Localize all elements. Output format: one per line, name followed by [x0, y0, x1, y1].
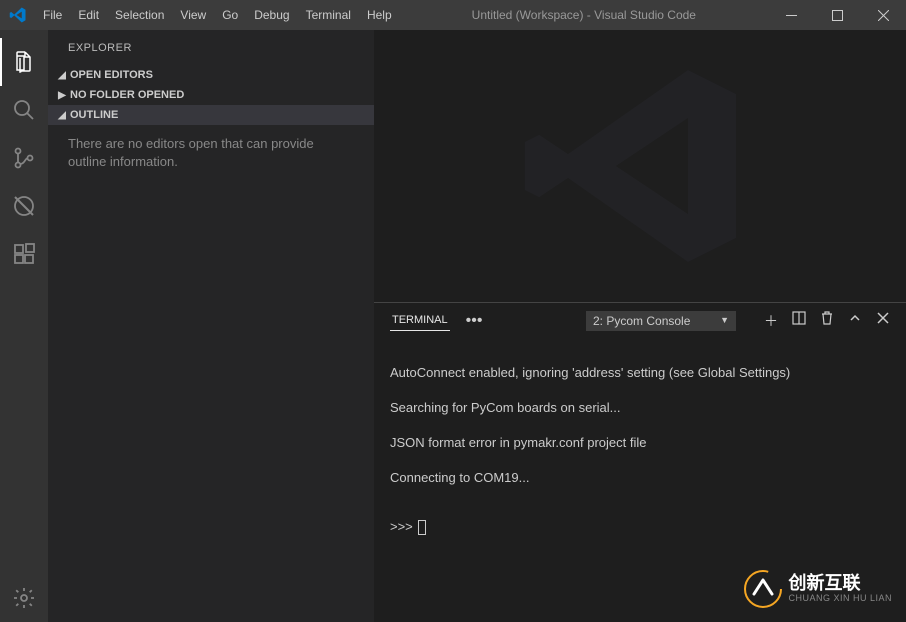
watermark-text-en: CHUANG XIN HU LIAN — [788, 594, 892, 604]
chevron-right-icon: ▶ — [56, 90, 68, 101]
trash-icon[interactable] — [820, 311, 834, 331]
menu-edit[interactable]: Edit — [70, 0, 107, 30]
menu-debug[interactable]: Debug — [246, 0, 297, 30]
window-controls — [768, 0, 906, 30]
chevron-down-icon: ◢ — [56, 70, 68, 81]
panel-actions: ＋ — [764, 311, 890, 331]
chevron-down-icon: ◢ — [56, 110, 68, 121]
terminal-selector[interactable]: 2: Pycom Console — [586, 311, 736, 331]
maximize-button[interactable] — [814, 0, 860, 30]
watermark-text-cn: 创新互联 — [788, 574, 892, 594]
split-terminal-icon[interactable] — [792, 311, 806, 331]
terminal-line: Connecting to COM19... — [390, 469, 890, 487]
main-area: TERMINAL ••• 2: Pycom Console ＋ AutoConn… — [374, 30, 906, 622]
menu-bar: File Edit Selection View Go Debug Termin… — [35, 0, 400, 30]
outline-empty-message: There are no editors open that can provi… — [48, 125, 374, 181]
minimize-button[interactable] — [768, 0, 814, 30]
section-open-editors[interactable]: ◢ OPEN EDITORS — [48, 65, 374, 85]
sidebar-header: EXPLORER — [48, 30, 374, 65]
section-no-folder[interactable]: ▶ NO FOLDER OPENED — [48, 85, 374, 105]
terminal-line: Searching for PyCom boards on serial... — [390, 399, 890, 417]
editor-empty — [374, 30, 906, 302]
extensions-icon[interactable] — [0, 230, 48, 278]
chevron-up-icon[interactable] — [848, 311, 862, 331]
terminal-prompt: >>> — [390, 518, 890, 536]
titlebar: File Edit Selection View Go Debug Termin… — [0, 0, 906, 30]
new-terminal-icon[interactable]: ＋ — [764, 311, 778, 331]
panel-tabs: TERMINAL ••• 2: Pycom Console ＋ — [374, 303, 906, 338]
vscode-watermark-icon — [520, 46, 760, 286]
menu-terminal[interactable]: Terminal — [298, 0, 359, 30]
close-panel-icon[interactable] — [876, 311, 890, 331]
section-label: NO FOLDER OPENED — [70, 89, 184, 101]
watermark-logo: 创新互联 CHUANG XIN HU LIAN — [744, 570, 892, 608]
activity-bar — [0, 30, 48, 622]
section-label: OUTLINE — [70, 109, 118, 121]
terminal-line: AutoConnect enabled, ignoring 'address' … — [390, 364, 890, 382]
menu-help[interactable]: Help — [359, 0, 400, 30]
menu-go[interactable]: Go — [214, 0, 246, 30]
source-control-icon[interactable] — [0, 134, 48, 182]
tab-terminal[interactable]: TERMINAL — [390, 314, 450, 331]
watermark-icon — [744, 570, 782, 608]
close-button[interactable] — [860, 0, 906, 30]
debug-icon[interactable] — [0, 182, 48, 230]
settings-icon[interactable] — [0, 574, 48, 622]
sidebar: EXPLORER ◢ OPEN EDITORS ▶ NO FOLDER OPEN… — [48, 30, 374, 622]
window-title: Untitled (Workspace) - Visual Studio Cod… — [400, 8, 768, 22]
panel-more-icon[interactable]: ••• — [466, 312, 483, 330]
search-icon[interactable] — [0, 86, 48, 134]
menu-view[interactable]: View — [172, 0, 214, 30]
cursor-icon — [418, 520, 426, 535]
menu-file[interactable]: File — [35, 0, 70, 30]
section-outline[interactable]: ◢ OUTLINE — [48, 105, 374, 125]
terminal-line: JSON format error in pymakr.conf project… — [390, 434, 890, 452]
menu-selection[interactable]: Selection — [107, 0, 172, 30]
section-label: OPEN EDITORS — [70, 69, 153, 81]
vscode-logo-icon — [0, 6, 35, 24]
explorer-icon[interactable] — [0, 38, 48, 86]
